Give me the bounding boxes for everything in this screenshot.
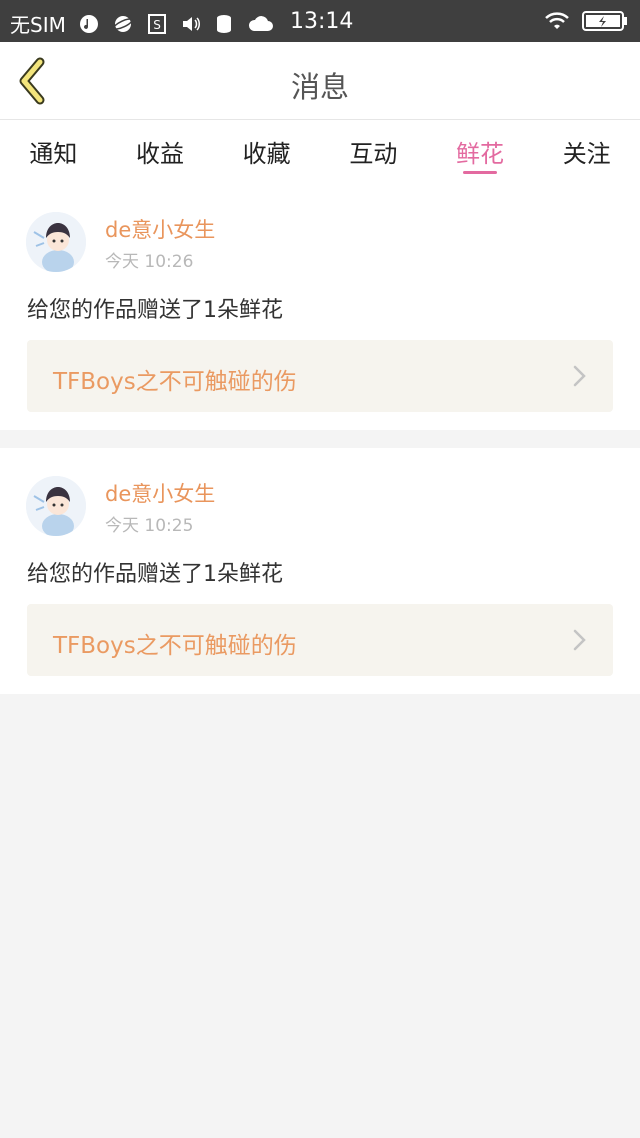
clock: 13:14: [290, 9, 354, 34]
status-bar: 无SIM S 13:14: [0, 0, 640, 42]
tab-earnings[interactable]: 收益: [107, 120, 214, 180]
timestamp: 今天 10:26: [105, 252, 194, 272]
username[interactable]: de意小女生: [105, 214, 215, 244]
work-title: TFBoys之不可触碰的伤: [53, 633, 297, 659]
wifi-icon: [545, 12, 569, 29]
nav-bar: 消息: [0, 42, 640, 120]
carrier-label: 无SIM: [10, 13, 66, 37]
volume-icon: [182, 16, 200, 31]
planet-icon: [112, 15, 133, 32]
work-link[interactable]: TFBoys之不可触碰的伤: [27, 340, 613, 412]
music-icon: [79, 14, 98, 33]
message-text: 给您的作品赠送了1朵鲜花: [27, 298, 283, 323]
s-box-icon: S: [147, 13, 166, 34]
battery-charging-icon: [582, 11, 627, 31]
work-title: TFBoys之不可触碰的伤: [53, 369, 297, 395]
avatar-image: [26, 212, 86, 272]
message-card: de意小女生 今天 10:25 给您的作品赠送了1朵鲜花 TFBoys之不可触碰…: [0, 448, 640, 694]
tab-interactions[interactable]: 互动: [320, 120, 427, 180]
timestamp: 今天 10:25: [105, 516, 194, 536]
avatar[interactable]: [26, 476, 86, 536]
status-left: 无SIM S: [10, 9, 274, 38]
message-text: 给您的作品赠送了1朵鲜花: [27, 562, 283, 587]
tab-notifications[interactable]: 通知: [0, 120, 107, 180]
chevron-right-icon: [573, 365, 586, 387]
svg-text:S: S: [153, 18, 161, 32]
tab-bar: 通知 收益 收藏 互动 鲜花 关注: [0, 120, 640, 180]
tab-following[interactable]: 关注: [533, 120, 640, 180]
username[interactable]: de意小女生: [105, 478, 215, 508]
cloud-icon: [248, 15, 273, 31]
work-link[interactable]: TFBoys之不可触碰的伤: [27, 604, 613, 676]
database-icon: [216, 14, 231, 33]
tab-favorites[interactable]: 收藏: [213, 120, 320, 180]
status-right: [544, 10, 628, 32]
avatar-image: [26, 476, 86, 536]
message-card: de意小女生 今天 10:26 给您的作品赠送了1朵鲜花 TFBoys之不可触碰…: [0, 180, 640, 430]
avatar[interactable]: [26, 212, 86, 272]
page-title: 消息: [290, 70, 349, 104]
tab-flowers[interactable]: 鲜花: [427, 120, 534, 180]
chevron-right-icon: [573, 629, 586, 651]
